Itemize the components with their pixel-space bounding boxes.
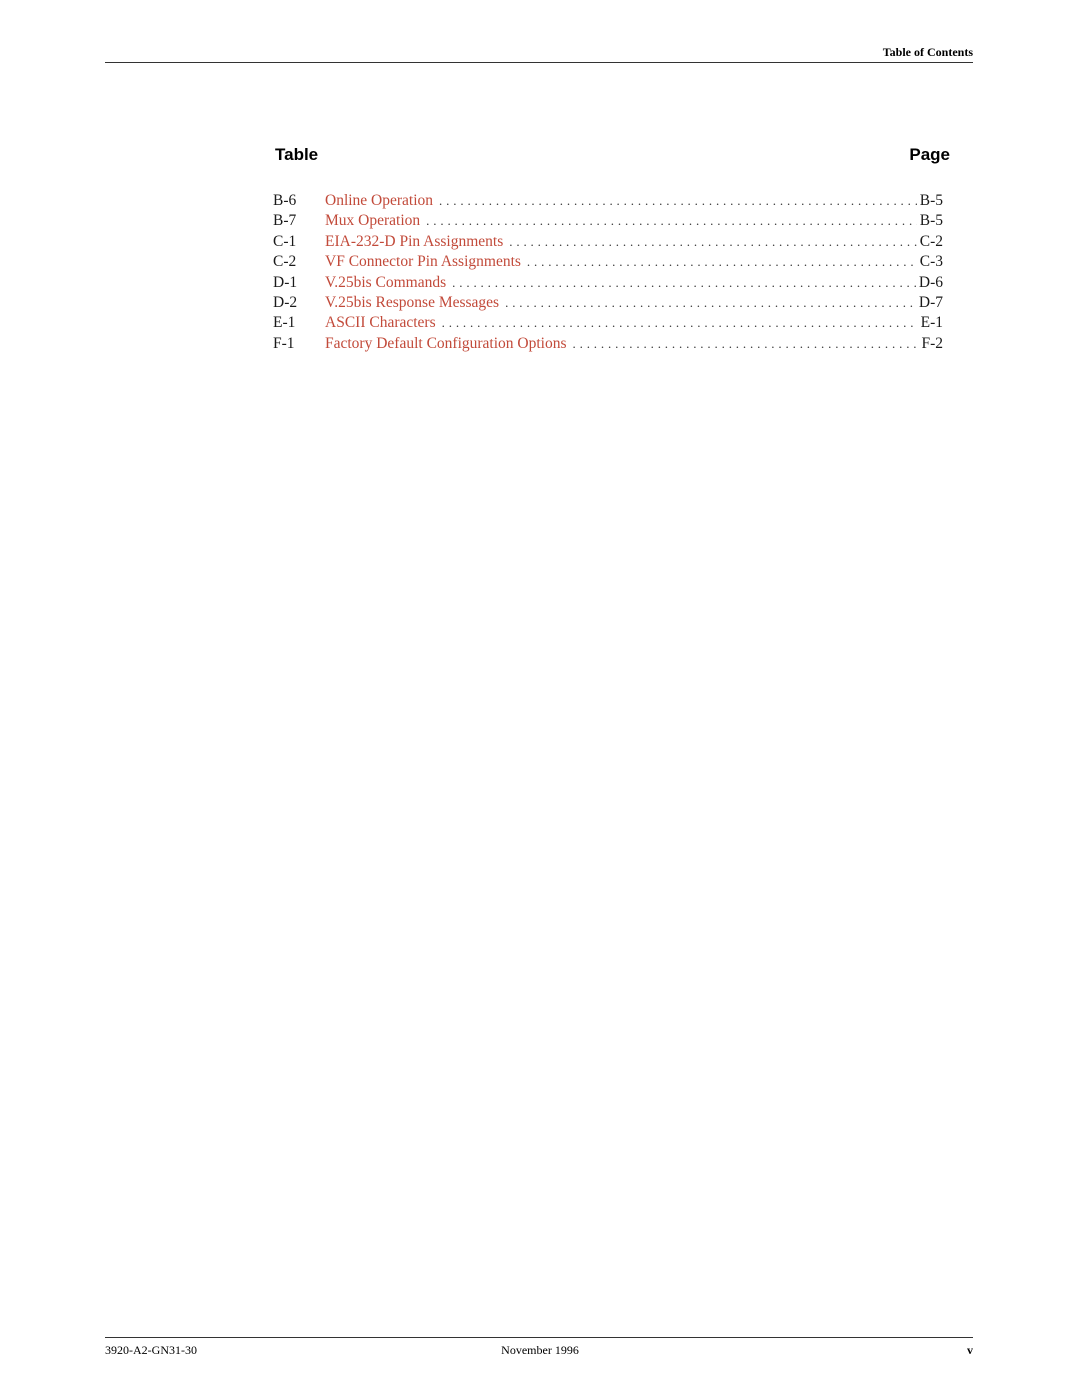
page-number: v (967, 1343, 973, 1357)
table-column-heading: Table (275, 145, 319, 164)
toc-entry: D-1 V.25bis Commands D-6 (273, 273, 943, 293)
table-title-link[interactable]: Factory Default Configuration Options (325, 334, 573, 354)
dot-leader (573, 334, 919, 354)
toc-entry: F-1 Factory Default Configuration Option… (273, 334, 943, 354)
page-reference: C-2 (919, 232, 943, 250)
table-number: D-1 (273, 273, 298, 291)
table-number: D-2 (273, 293, 298, 311)
table-number: B-6 (273, 192, 297, 209)
table-title-link[interactable]: VF Connector Pin Assignments (325, 252, 527, 272)
table-title-link[interactable]: V.25bis Commands (325, 273, 452, 293)
dot-leader (527, 252, 917, 272)
table-number: B-7 (273, 212, 297, 230)
table-title-link[interactable]: ASCII Characters (325, 313, 442, 333)
dot-leader (505, 293, 916, 313)
running-header-title: Table of Contents (882, 45, 973, 59)
table-title-link[interactable]: Online Operation (325, 191, 439, 211)
page-reference: E-1 (920, 314, 943, 332)
dot-leader (442, 313, 918, 333)
page-reference: D-7 (918, 293, 943, 311)
dot-leader (452, 273, 916, 293)
table-title-link[interactable]: Mux Operation (325, 211, 426, 231)
page-column-heading: Page (909, 145, 950, 164)
dot-leader (439, 191, 917, 211)
table-title-link[interactable]: V.25bis Response Messages (325, 293, 505, 313)
footer-rule (105, 1337, 973, 1338)
toc-entry: C-1 EIA-232-D Pin Assignments C-2 (273, 232, 943, 252)
publication-date: November 1996 (501, 1343, 579, 1357)
table-title-link[interactable]: EIA-232-D Pin Assignments (325, 232, 509, 252)
table-number: F-1 (273, 334, 295, 352)
dot-leader (509, 232, 917, 252)
header-rule (105, 62, 973, 63)
page-reference: B-5 (919, 192, 943, 209)
page-reference: D-6 (918, 273, 943, 291)
table-number: C-1 (273, 232, 297, 250)
page-reference: F-2 (921, 334, 943, 352)
list-of-tables: B-6 Online Operation B-5 B-7 Mux Operati… (273, 191, 943, 354)
dot-leader (426, 211, 917, 231)
toc-entry: E-1 ASCII Characters E-1 (273, 313, 943, 333)
table-number: E-1 (273, 314, 296, 332)
page-reference: B-5 (919, 212, 943, 230)
toc-entry: C-2 VF Connector Pin Assignments C-3 (273, 252, 943, 272)
toc-entry: B-6 Online Operation B-5 (273, 191, 943, 211)
table-number: C-2 (273, 253, 297, 271)
toc-entry: D-2 V.25bis Response Messages D-7 (273, 293, 943, 313)
page-reference: C-3 (919, 253, 943, 271)
toc-entry: B-7 Mux Operation B-5 (273, 211, 943, 231)
